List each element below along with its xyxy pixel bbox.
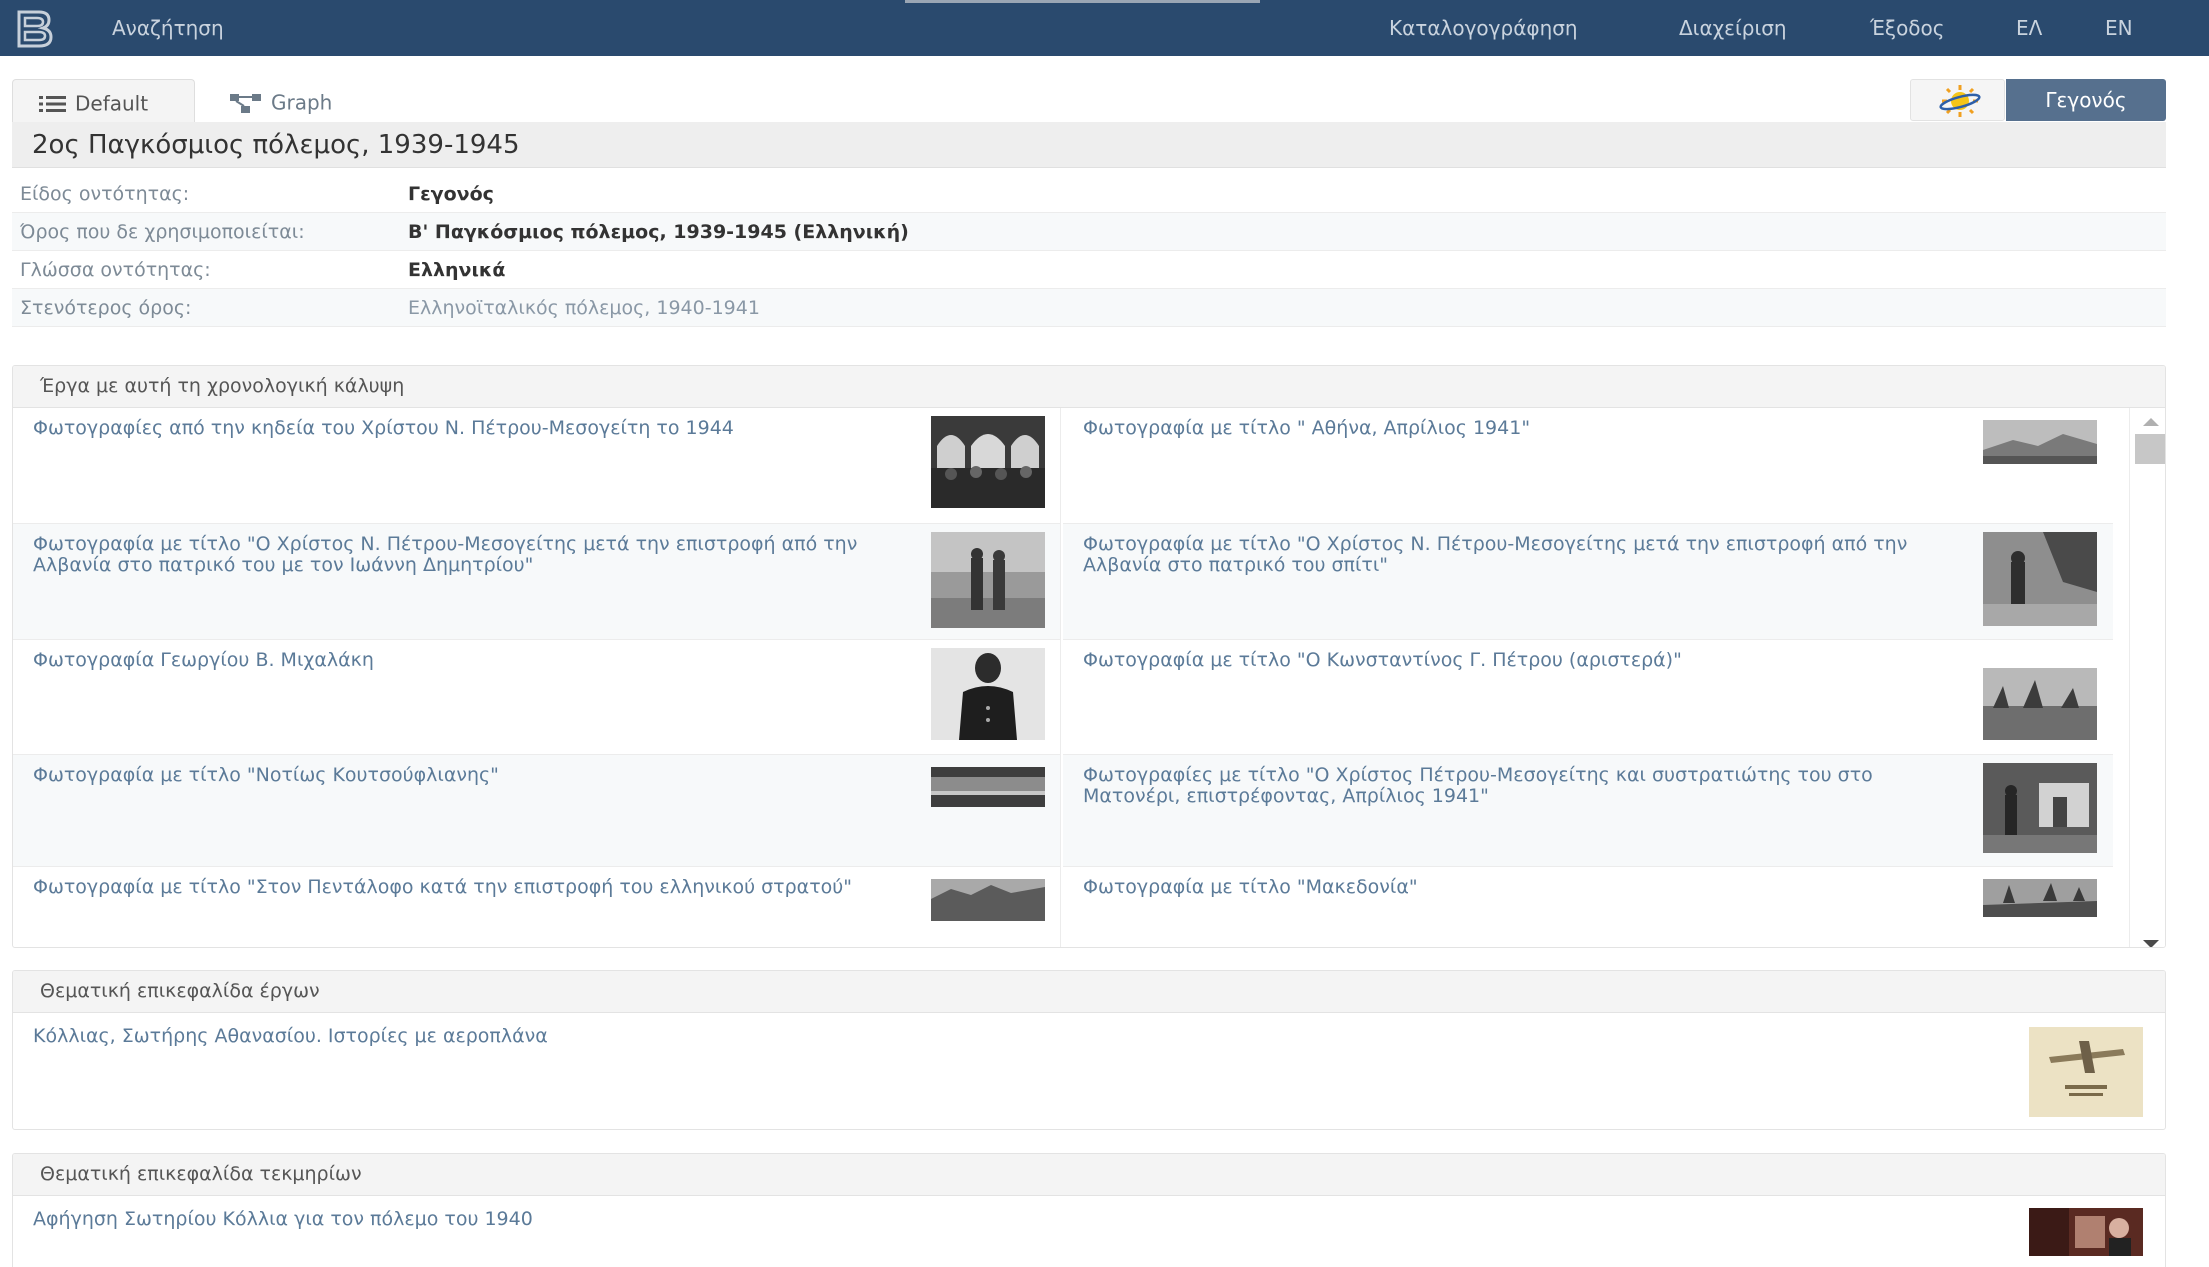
list-icon	[39, 95, 66, 112]
subject-evidence-panel-header: Θεματική επικεφαλίδα τεκμηρίων	[13, 1154, 2165, 1196]
detail-row-entity-type: Είδος οντότητας: Γεγονός	[12, 175, 2166, 213]
book-cover-thumbnail[interactable]	[2029, 1027, 2143, 1117]
work-link[interactable]: Φωτογραφία με τίτλο "Ο Κωνσταντίνος Γ. Π…	[1083, 650, 1943, 671]
detail-row-unused-term: Όρος που δε χρησιμοποιείται: Β' Παγκόσμι…	[12, 213, 2166, 251]
graph-icon	[230, 93, 261, 113]
entity-title-bar: 2ος Παγκόσμιος πόλεμος, 1939-1945	[12, 122, 2166, 168]
next-thumbnail-edge	[1983, 947, 2097, 948]
list-item[interactable]: Φωτογραφία με τίτλο "Ο Κωνσταντίνος Γ. Π…	[1063, 640, 2113, 755]
scroll-up-arrow-icon[interactable]	[2143, 418, 2159, 426]
subject-evidence-panel: Θεματική επικεφαλίδα τεκμηρίων Αφήγηση Σ…	[12, 1153, 2166, 1267]
athens-photo-thumbnail[interactable]	[1983, 420, 2097, 464]
work-link[interactable]: Φωτογραφία με τίτλο "Ο Χρίστος Ν. Πέτρου…	[1083, 534, 1943, 576]
detail-row-language: Γλώσσα οντότητας: Ελληνικά	[12, 251, 2166, 289]
work-link[interactable]: Φωτογραφία με τίτλο "Ο Χρίστος Ν. Πέτρου…	[33, 534, 913, 576]
list-item[interactable]: Φωτογραφία με τίτλο "Στον Πεντάλοφο κατά…	[13, 867, 1061, 948]
top-navbar: Αναζήτηση Καταλογογράφηση Διαχείριση Έξο…	[0, 0, 2209, 56]
detail-label: Όρος που δε χρησιμοποιείται:	[20, 221, 305, 243]
eclipse-icon	[1939, 85, 1981, 117]
eclipse-button[interactable]	[1910, 79, 2005, 121]
works-panel-header: Έργα με αυτή τη χρονολογική κάλυψη	[13, 366, 2165, 408]
tab-default-label: Default	[75, 91, 149, 116]
list-item[interactable]: Φωτογραφία με τίτλο "Ο Χρίστος Ν. Πέτρου…	[13, 524, 1061, 640]
page-title: 2ος Παγκόσμιος πόλεμος, 1939-1945	[32, 130, 520, 160]
lang-el-link[interactable]: ΕΛ	[2016, 0, 2042, 56]
detail-value: Β' Παγκόσμιος πόλεμος, 1939-1945 (Ελληνι…	[408, 221, 909, 243]
scrollbar-thumb[interactable]	[2135, 434, 2165, 464]
work-link[interactable]: Φωτογραφίες με τίτλο "Ο Χρίστος Πέτρου-Μ…	[1083, 765, 1943, 807]
video-still-thumbnail[interactable]	[2029, 1208, 2143, 1256]
list-item[interactable]: Φωτογραφία με τίτλο "Μακεδονία"	[1063, 867, 2113, 948]
matoneri-photo-thumbnail[interactable]	[1983, 763, 2097, 853]
works-panel-heading: Έργα με αυτή τη χρονολογική κάλυψη	[40, 375, 405, 397]
list-item[interactable]: Φωτογραφία Γεωργίου Β. Μιχαλάκη	[13, 640, 1061, 755]
funeral-photo-thumbnail[interactable]	[931, 416, 1045, 508]
subject-evidence-link[interactable]: Αφήγηση Σωτηρίου Κόλλια για τον πόλεμο τ…	[33, 1208, 533, 1230]
tab-default[interactable]: Default	[12, 79, 195, 123]
subject-works-panel: Θεματική επικεφαλίδα έργων Κόλλιας, Σωτή…	[12, 970, 2166, 1130]
detail-value: Γεγονός	[408, 183, 494, 205]
portrait-photo-thumbnail[interactable]	[931, 648, 1045, 740]
works-scrollbar[interactable]	[2129, 408, 2165, 947]
subject-work-link[interactable]: Κόλλιας, Σωτήρης Αθανασίου. Ιστορίες με …	[33, 1025, 548, 1047]
subject-evidence-heading: Θεματική επικεφαλίδα τεκμηρίων	[40, 1163, 362, 1185]
list-item[interactable]: Φωτογραφίες από την κηδεία του Χρίστου Ν…	[13, 408, 1061, 524]
b-logo-icon[interactable]	[13, 8, 55, 48]
work-link[interactable]: Φωτογραφία Γεωργίου Β. Μιχαλάκη	[33, 650, 913, 671]
work-link[interactable]: Φωτογραφίες από την κηδεία του Χρίστου Ν…	[33, 418, 913, 439]
detail-label: Είδος οντότητας:	[20, 183, 190, 205]
work-link[interactable]: Φωτογραφία με τίτλο " Αθήνα, Απρίλιος 19…	[1083, 418, 1943, 439]
work-link[interactable]: Φωτογραφία με τίτλο "Στον Πεντάλοφο κατά…	[33, 877, 913, 898]
subject-works-panel-header: Θεματική επικεφαλίδα έργων	[13, 971, 2165, 1013]
work-link[interactable]: Φωτογραφία με τίτλο "Μακεδονία"	[1083, 877, 1943, 898]
work-link[interactable]: Φωτογραφία με τίτλο "Νοτίως Κουτσούφλιαν…	[33, 765, 913, 786]
scroll-down-arrow-icon[interactable]	[2143, 940, 2159, 947]
pentalofos-photo-thumbnail[interactable]	[931, 879, 1045, 921]
works-panel: Έργα με αυτή τη χρονολογική κάλυψη Φωτογ…	[12, 365, 2166, 948]
nav-logout-link[interactable]: Έξοδος	[1870, 0, 1945, 56]
lang-en-link[interactable]: EN	[2105, 0, 2133, 56]
detail-row-narrower-term: Στενότερος όρος: Ελληνοϊταλικός πόλεμος,…	[12, 289, 2166, 327]
subject-works-heading: Θεματική επικεφαλίδα έργων	[40, 980, 320, 1002]
nav-catalog-link[interactable]: Καταλογογράφηση	[1389, 0, 1578, 56]
list-item[interactable]: Φωτογραφία με τίτλο "Νοτίως Κουτσούφλιαν…	[13, 755, 1061, 867]
list-item[interactable]: Φωτογραφίες με τίτλο "Ο Χρίστος Πέτρου-Μ…	[1063, 755, 2113, 867]
detail-value: Ελληνικά	[408, 259, 506, 281]
detail-label: Στενότερος όρος:	[20, 297, 192, 319]
list-item[interactable]: Φωτογραφία με τίτλο "Ο Χρίστος Ν. Πέτρου…	[1063, 524, 2113, 640]
list-item[interactable]: Φωτογραφία με τίτλο " Αθήνα, Απρίλιος 19…	[1063, 408, 2113, 524]
nav-admin-link[interactable]: Διαχείριση	[1679, 0, 1787, 56]
tab-graph[interactable]: Graph	[229, 79, 369, 123]
tab-graph-label: Graph	[271, 90, 333, 115]
entity-type-button[interactable]: Γεγονός	[2006, 79, 2166, 121]
nav-search-link[interactable]: Αναζήτηση	[112, 0, 224, 56]
macedonia-photo-thumbnail[interactable]	[1983, 879, 2097, 917]
soldiers-photo-thumbnail[interactable]	[931, 532, 1045, 628]
field-photo-thumbnail[interactable]	[1983, 668, 2097, 740]
landscape-photo-thumbnail[interactable]	[931, 767, 1045, 807]
detail-label: Γλώσσα οντότητας:	[20, 259, 211, 281]
narrower-term-link[interactable]: Ελληνοϊταλικός πόλεμος, 1940-1941	[408, 297, 760, 319]
next-thumbnail-edge	[931, 947, 1045, 948]
loading-progress-bar	[905, 0, 1260, 3]
soldier-home-photo-thumbnail[interactable]	[1983, 532, 2097, 626]
